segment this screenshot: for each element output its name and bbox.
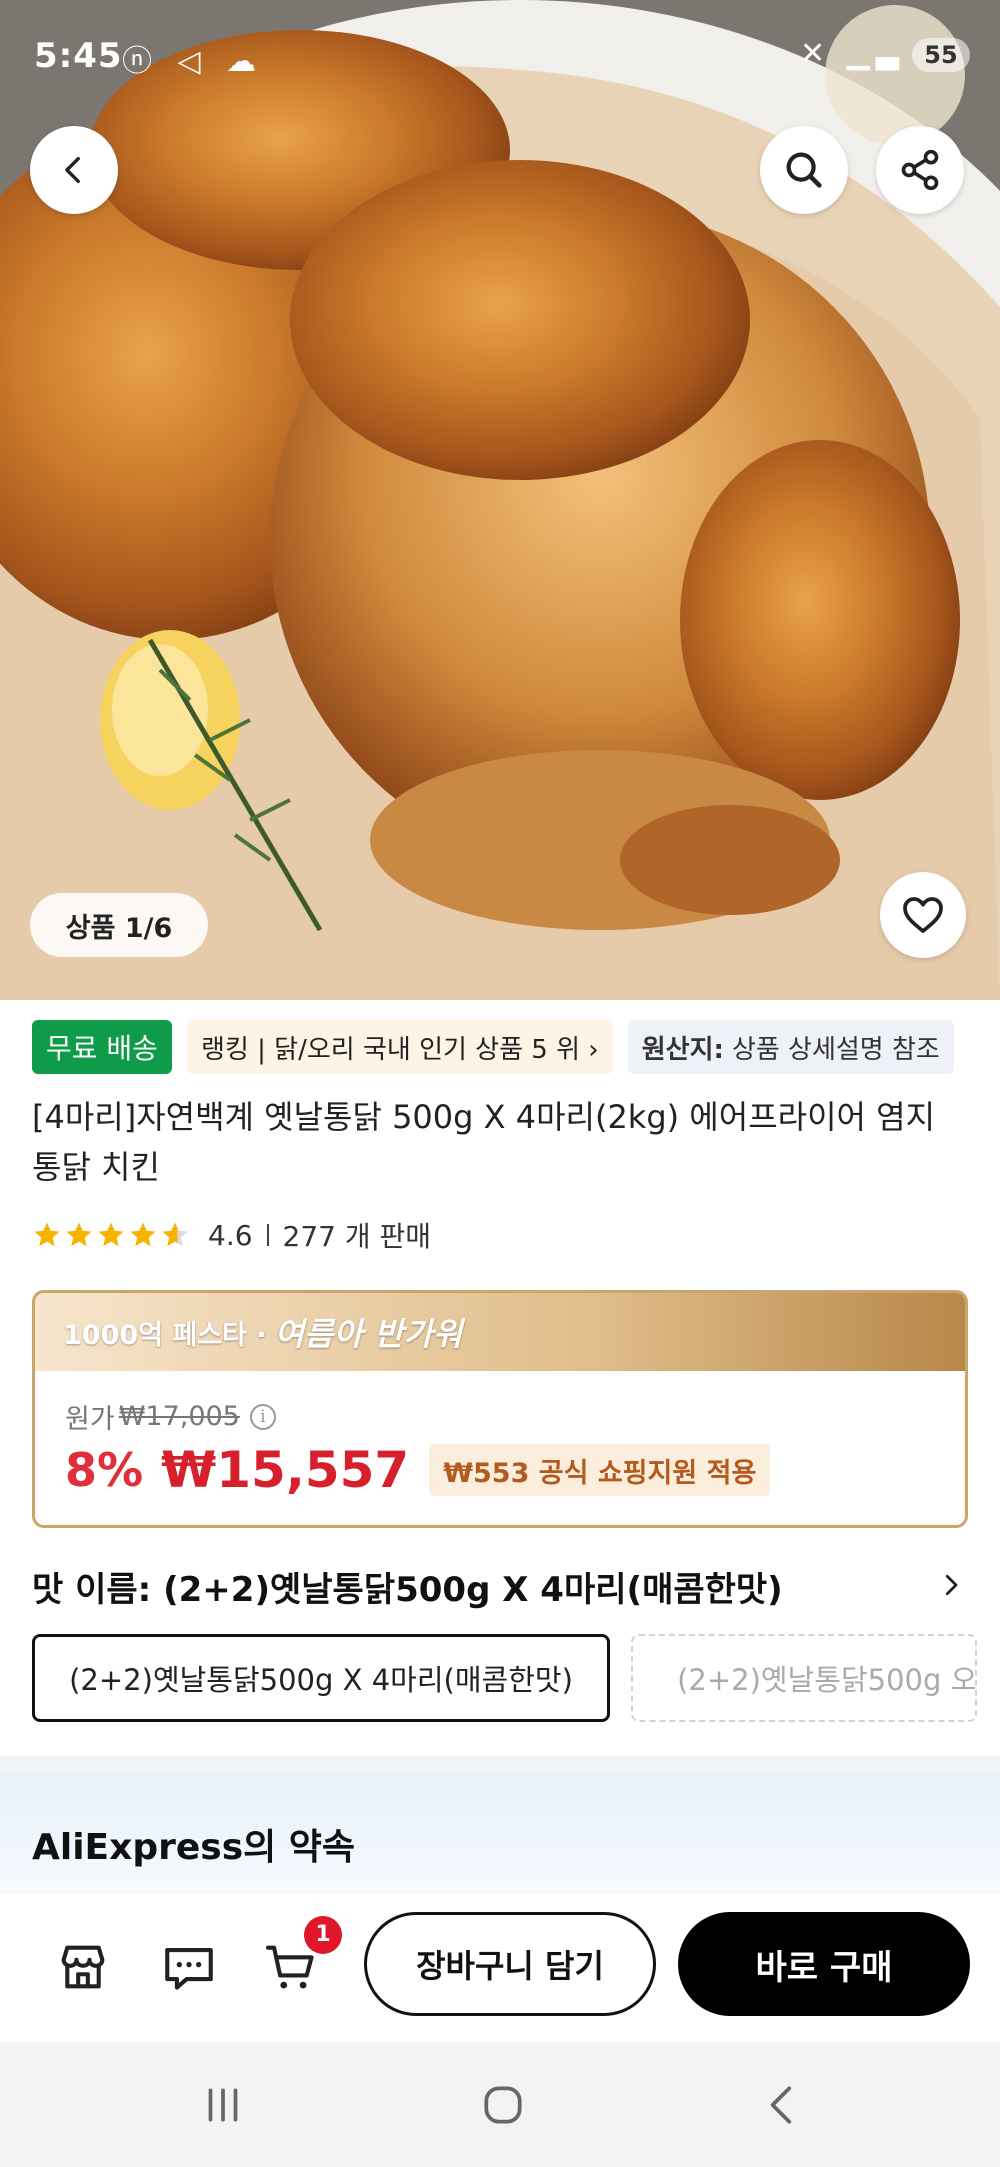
search-icon: [786, 152, 822, 188]
signal-icons: ✕ ▁▃: [800, 36, 905, 71]
product-tags: 무료 배송 랭킹 | 닭/오리 국내 인기 상품 5 위 › 원산지: 상품 상…: [32, 1020, 1000, 1076]
star-icon: [34, 1222, 60, 1247]
star-icon: [130, 1222, 156, 1247]
product-title: [4마리]자연백계 옛날통닭 500g X 4마리(2kg) 에어프라이어 염지…: [32, 1098, 936, 1186]
star-rating: [32, 1220, 192, 1250]
back-button[interactable]: [30, 126, 118, 214]
share-icon: [901, 149, 939, 191]
add-to-cart-button[interactable]: 장바구니 담기: [364, 1912, 656, 2016]
section-divider: [0, 1756, 1000, 1774]
original-price-label: 원가: [65, 1404, 115, 1435]
sold-count: 277 개 판매: [282, 1220, 432, 1253]
chat-icon[interactable]: [160, 1938, 218, 1996]
heart-icon: [903, 897, 943, 933]
sale-price: ₩15,557: [161, 1441, 410, 1499]
option-choices: (2+2)옛날통닭500g X 4마리(매콤한맛) (2+2)옛날통닭500g …: [32, 1634, 1000, 1722]
wishlist-button[interactable]: [880, 872, 966, 958]
notification-icons: ⓝ ◁ ☁: [122, 44, 265, 79]
recent-apps-icon[interactable]: [198, 2080, 248, 2130]
product-image[interactable]: 5:45 ⓝ ◁ ☁ ✕ ▁▃ 55 상품 1/6: [0, 0, 1000, 1000]
price-row: 8% ₩15,557 ₩553 공식 쇼핑지원 적용: [65, 1441, 771, 1499]
option-choice-selected[interactable]: (2+2)옛날통닭500g X 4마리(매콤한맛): [32, 1634, 610, 1722]
search-button[interactable]: [760, 126, 848, 214]
ranking-link[interactable]: 랭킹 | 닭/오리 국내 인기 상품 5 위 ›: [187, 1020, 613, 1074]
chevron-left-icon: [65, 156, 80, 184]
back-nav-icon[interactable]: [758, 2080, 808, 2130]
chevron-right-icon[interactable]: [936, 1570, 966, 1600]
origin-info: 원산지: 상품 상세설명 참조: [627, 1020, 954, 1074]
rating-row[interactable]: 4.6 277 개 판매: [32, 1212, 431, 1258]
roast-chicken-photo: [0, 0, 1000, 1000]
share-button[interactable]: [876, 126, 964, 214]
image-counter: 상품 1/6: [30, 893, 208, 957]
original-price: ₩17,005: [118, 1401, 240, 1432]
info-icon[interactable]: i: [249, 1403, 276, 1430]
promo-banner: 1000억 페스타 · 여름아 반가워: [35, 1293, 965, 1371]
store-icon[interactable]: [54, 1938, 112, 1996]
buy-now-button[interactable]: 바로 구매: [678, 1912, 970, 2016]
coupon-badge[interactable]: ₩553 공식 쇼핑지원 적용: [429, 1444, 771, 1496]
promo-banner-slogan: 여름아 반가워: [274, 1315, 463, 1353]
promise-title: AliExpress의 약속: [32, 1827, 356, 1868]
status-bar: 5:45 ⓝ ◁ ☁ ✕ ▁▃ 55: [0, 0, 1000, 110]
free-shipping-badge: 무료 배송: [32, 1020, 172, 1074]
original-price-row: 원가 ₩17,005 i: [65, 1397, 276, 1436]
discount-rate: 8%: [65, 1443, 144, 1497]
system-navigation-bar: [0, 2042, 1000, 2167]
option-label[interactable]: 맛 이름: (2+2)옛날통닭500g X 4마리(매콤한맛): [32, 1562, 783, 1611]
home-icon[interactable]: [478, 2080, 528, 2130]
promise-section: AliExpress의 약속: [0, 1774, 1000, 1894]
rating-value: 4.6: [208, 1218, 253, 1252]
status-time: 5:45: [34, 36, 123, 76]
star-icon: [66, 1222, 92, 1247]
cart-count-badge: 1: [304, 1916, 342, 1954]
divider: [266, 1224, 269, 1246]
battery-icon: 55: [912, 38, 970, 72]
price-card: 1000억 페스타 · 여름아 반가워 원가 ₩17,005 i 8% ₩15,…: [32, 1290, 968, 1528]
origin-label: 원산지:: [641, 1034, 724, 1065]
star-icon: [98, 1222, 124, 1247]
star-half-icon: [162, 1222, 188, 1247]
origin-value: 상품 상세설명 참조: [731, 1034, 940, 1065]
option-choice[interactable]: (2+2)옛날통닭500g 오리: [631, 1634, 978, 1722]
bottom-action-bar: 1 장바구니 담기 바로 구매: [0, 1894, 1000, 2042]
promo-banner-text: 1000억 페스타 ·: [63, 1319, 267, 1351]
